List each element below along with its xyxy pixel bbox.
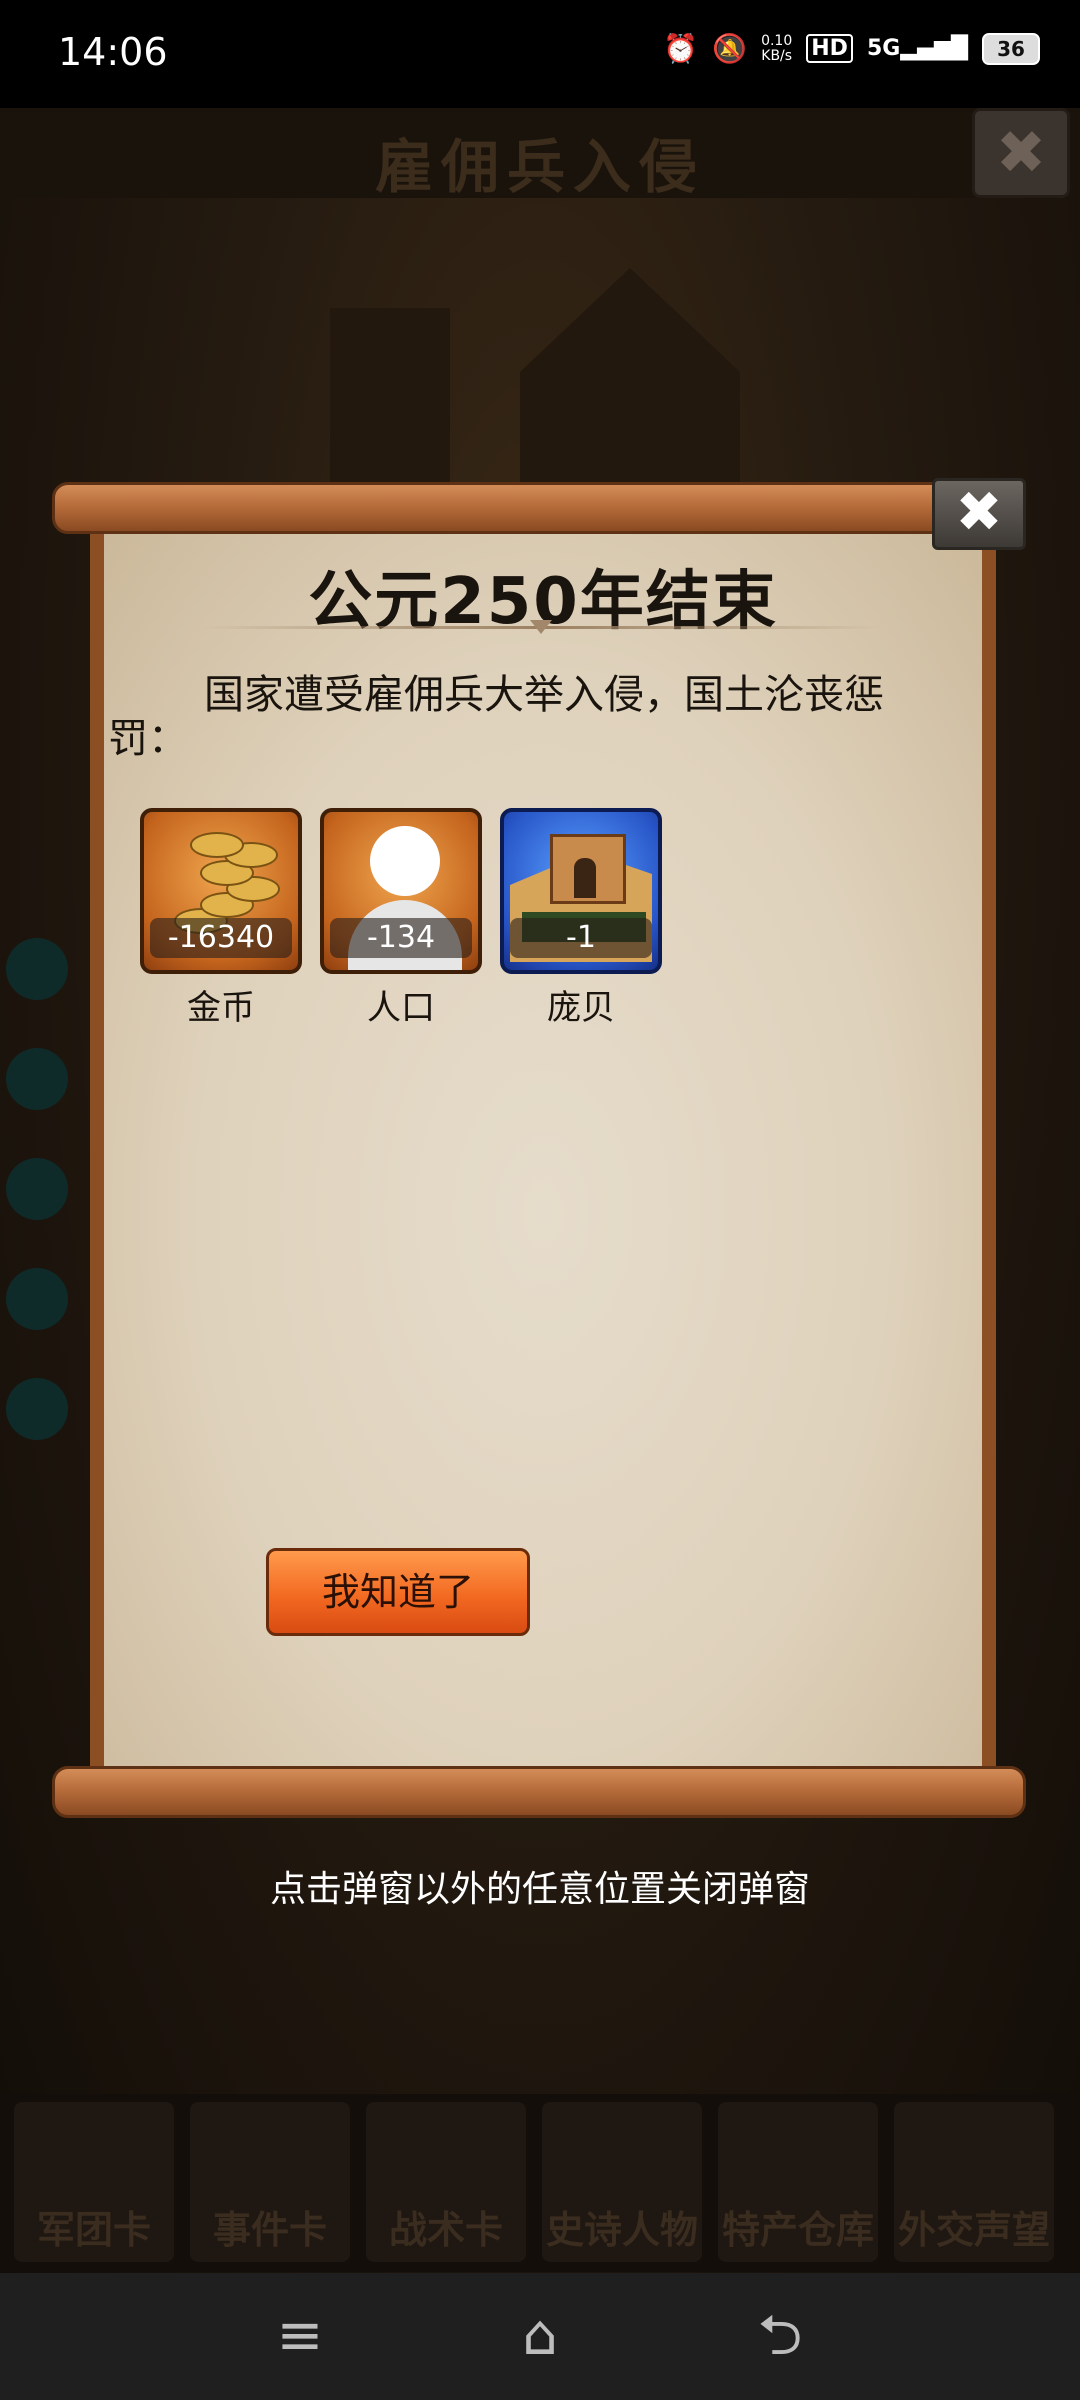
background-bottom-tabs: 军团卡 事件卡 战术卡 史诗人物 特产仓库 外交声望 bbox=[0, 2094, 1080, 2272]
net-speed-value: 0.10 bbox=[761, 32, 793, 49]
penalty-item-gold[interactable]: -16340 金币 bbox=[140, 808, 302, 1029]
tab-epic-figures[interactable]: 史诗人物 bbox=[542, 2102, 702, 2262]
status-bar: 14:06 ⏰ 🔕 0.10 KB/s HD 5G▂▄▆█ 36 bbox=[0, 0, 1080, 108]
penalty-label: 人口 bbox=[367, 988, 435, 1028]
background-title-bar: 雇佣兵入侵 ✖ bbox=[0, 108, 1080, 201]
status-icons: ⏰ 🔕 0.10 KB/s HD 5G▂▄▆█ 36 bbox=[663, 32, 1040, 65]
tab-label: 战术卡 bbox=[388, 2208, 503, 2252]
penalty-value: -16340 bbox=[150, 918, 292, 958]
population-icon: -134 bbox=[320, 808, 482, 974]
menu-icon[interactable]: ≡ bbox=[260, 2301, 340, 2371]
dismiss-hint: 点击弹窗以外的任意位置关闭弹窗 bbox=[269, 1869, 810, 1910]
mute-icon: 🔕 bbox=[712, 32, 748, 65]
hd-icon: HD bbox=[806, 34, 853, 63]
penalty-value: -134 bbox=[330, 918, 472, 958]
net-speed-unit: KB/s bbox=[761, 47, 793, 64]
signal-icon: 5G▂▄▆█ bbox=[866, 36, 968, 61]
penalty-item-city[interactable]: -1 庞贝 bbox=[500, 808, 662, 1029]
gold-coins-icon: -16340 bbox=[140, 808, 302, 974]
penalty-label: 庞贝 bbox=[547, 988, 615, 1028]
home-icon[interactable]: ⌂ bbox=[500, 2301, 580, 2371]
back-icon[interactable]: ⮌ bbox=[740, 2301, 820, 2371]
battery-icon: 36 bbox=[982, 32, 1040, 65]
city-icon: -1 bbox=[500, 808, 662, 974]
tab-label: 特产仓库 bbox=[721, 2208, 874, 2252]
penalty-item-population[interactable]: -134 人口 bbox=[320, 808, 482, 1029]
confirm-button[interactable]: 我知道了 bbox=[266, 1548, 530, 1636]
tab-diplomacy[interactable]: 外交声望 bbox=[894, 2102, 1054, 2262]
clock: 14:06 bbox=[58, 30, 168, 74]
tab-label: 史诗人物 bbox=[545, 2208, 698, 2252]
tab-tactic-card[interactable]: 战术卡 bbox=[366, 2102, 526, 2262]
event-message: 国家遭受雇佣兵大举入侵，国土沦丧惩罚： bbox=[108, 672, 884, 762]
signal-label: 5G bbox=[866, 36, 901, 61]
penalty-value: -1 bbox=[510, 918, 652, 958]
background-close-icon[interactable]: ✖ bbox=[972, 108, 1070, 198]
background-title: 雇佣兵入侵 bbox=[374, 133, 705, 201]
penalty-label: 金币 bbox=[187, 988, 255, 1028]
tab-label: 事件卡 bbox=[212, 2208, 327, 2252]
tab-label: 外交声望 bbox=[897, 2208, 1050, 2252]
system-nav-bar: ≡ ⌂ ⮌ bbox=[0, 2273, 1080, 2400]
tab-event-card[interactable]: 事件卡 bbox=[190, 2102, 350, 2262]
tab-label: 军团卡 bbox=[36, 2208, 151, 2252]
tab-legion-card[interactable]: 军团卡 bbox=[14, 2102, 174, 2262]
alarm-icon: ⏰ bbox=[663, 32, 699, 65]
net-speed: 0.10 KB/s bbox=[761, 32, 793, 64]
close-icon[interactable]: ✖ bbox=[932, 478, 1026, 550]
scroll-top-roll bbox=[52, 482, 1026, 534]
tab-specialty-warehouse[interactable]: 特产仓库 bbox=[718, 2102, 878, 2262]
scroll-bottom-roll bbox=[52, 1766, 1026, 1818]
event-popup: ✖ 公元250年结束 国家遭受雇佣兵大举入侵，国土沦丧惩罚： -16340 金币… bbox=[52, 478, 1026, 1836]
